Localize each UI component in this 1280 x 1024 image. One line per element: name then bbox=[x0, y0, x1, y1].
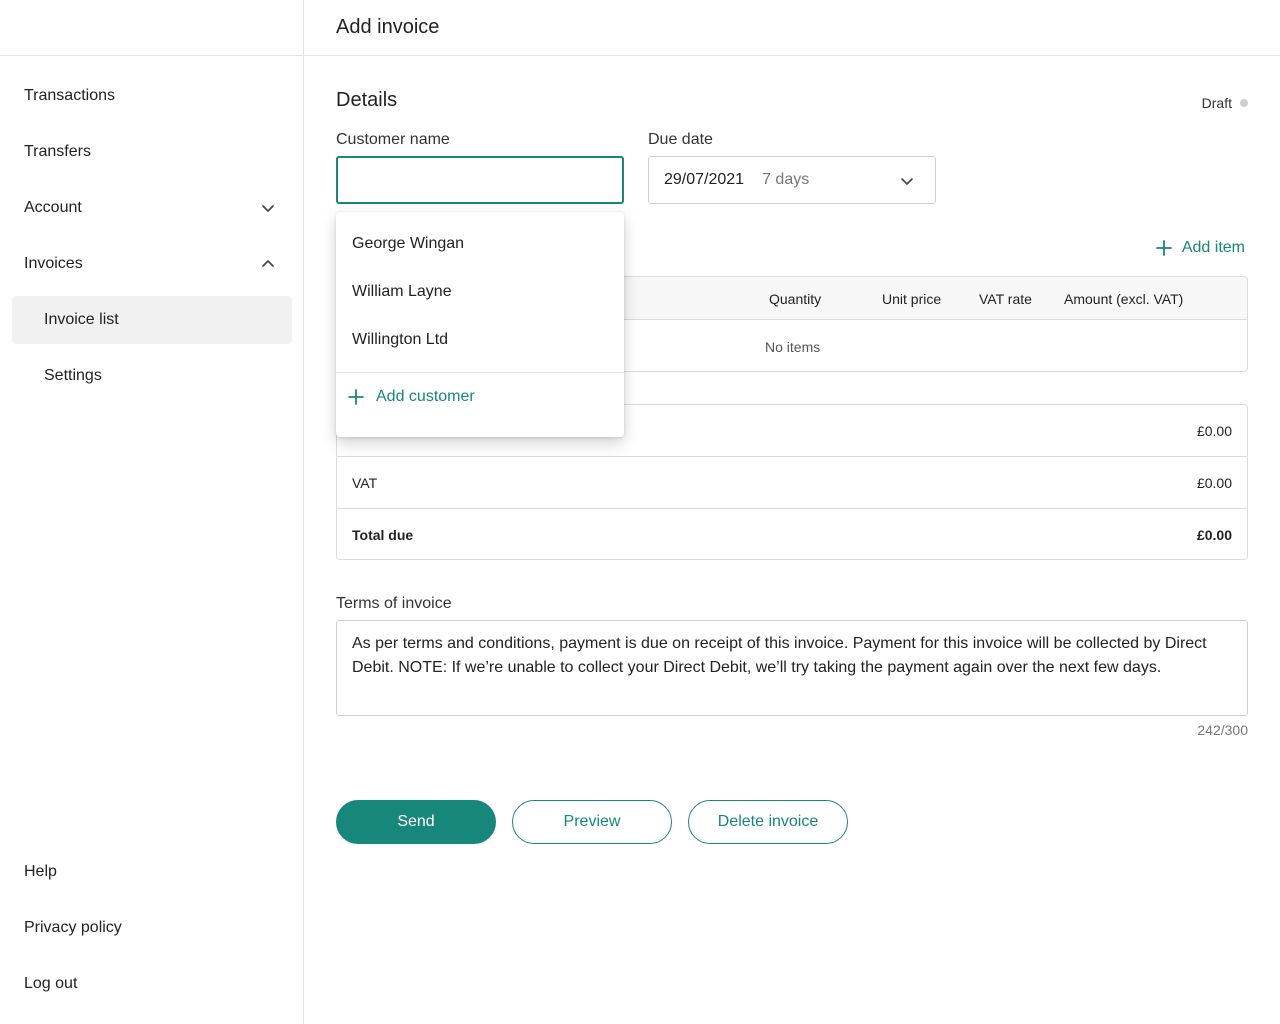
chevron-up-icon bbox=[262, 260, 274, 267]
sidebar-item-account[interactable]: Account bbox=[12, 184, 292, 232]
add-item-label: Add item bbox=[1181, 239, 1245, 256]
page-header: Add invoice bbox=[304, 0, 1280, 56]
sidebar-item-label: Log out bbox=[24, 975, 78, 992]
sidebar-item-label: Account bbox=[24, 199, 82, 216]
add-item-button[interactable]: Add item bbox=[1155, 239, 1245, 257]
vat-value: £0.00 bbox=[1196, 475, 1232, 491]
customer-dropdown: George Wingan William Layne Willington L… bbox=[336, 212, 624, 437]
customer-name-label: Customer name bbox=[336, 131, 450, 148]
sidebar-item-label: Transactions bbox=[24, 87, 115, 104]
plus-icon bbox=[1155, 240, 1172, 256]
sidebar-item-privacy-policy[interactable]: Privacy policy bbox=[12, 904, 292, 952]
subtotal-value: £0.00 bbox=[1196, 423, 1232, 439]
vat-row: VAT £0.00 bbox=[337, 456, 1247, 508]
due-date-label: Due date bbox=[648, 131, 713, 148]
sidebar: Transactions Transfers Account Invoices … bbox=[0, 0, 304, 1024]
sidebar-item-label: Transfers bbox=[24, 143, 91, 160]
due-date-value: 29/07/2021 bbox=[664, 171, 745, 188]
terms-textarea[interactable]: As per terms and conditions, payment is … bbox=[336, 620, 1248, 716]
sidebar-item-settings[interactable]: Settings bbox=[12, 352, 292, 400]
plus-icon bbox=[348, 389, 364, 405]
delete-invoice-button[interactable]: Delete invoice bbox=[688, 800, 848, 844]
total-due-value: £0.00 bbox=[1196, 527, 1232, 543]
sidebar-item-log-out[interactable]: Log out bbox=[12, 960, 292, 1008]
sidebar-item-label: Privacy policy bbox=[24, 919, 122, 936]
customer-name-input[interactable] bbox=[336, 156, 624, 204]
page-title: Add invoice bbox=[336, 16, 440, 38]
terms-label: Terms of invoice bbox=[336, 595, 452, 612]
status-dot-icon bbox=[1240, 99, 1248, 107]
add-customer-label: Add customer bbox=[376, 388, 475, 405]
customer-option[interactable]: Willington Ltd bbox=[336, 316, 624, 364]
column-header-unit-price: Unit price bbox=[882, 291, 942, 307]
sidebar-header bbox=[0, 0, 303, 56]
sidebar-item-transfers[interactable]: Transfers bbox=[12, 128, 292, 176]
customer-option[interactable]: George Wingan bbox=[336, 220, 624, 268]
details-heading: Details bbox=[336, 89, 398, 111]
sidebar-item-label: Help bbox=[24, 863, 57, 880]
chevron-down-icon bbox=[262, 205, 274, 212]
due-days-value: 7 days bbox=[762, 171, 810, 188]
send-button[interactable]: Send bbox=[336, 800, 496, 844]
sidebar-item-invoices[interactable]: Invoices bbox=[12, 240, 292, 288]
status-label: Draft bbox=[1201, 95, 1232, 111]
vat-label: VAT bbox=[352, 475, 378, 491]
sidebar-item-invoice-list[interactable]: Invoice list bbox=[12, 296, 292, 344]
column-header-amount: Amount (excl. VAT) bbox=[1064, 291, 1184, 307]
column-header-quantity: Quantity bbox=[769, 291, 822, 307]
sidebar-item-transactions[interactable]: Transactions bbox=[12, 72, 292, 120]
sidebar-item-label: Settings bbox=[44, 367, 102, 384]
total-due-row: Total due £0.00 bbox=[337, 508, 1247, 560]
character-counter: 242/300 bbox=[1197, 722, 1248, 738]
customer-option[interactable]: William Layne bbox=[336, 268, 624, 316]
column-header-vat-rate: VAT rate bbox=[979, 291, 1032, 307]
chevron-down-icon bbox=[901, 178, 913, 185]
due-date-select[interactable]: 29/07/2021 7 days bbox=[648, 156, 936, 204]
sidebar-item-help[interactable]: Help bbox=[12, 848, 292, 896]
empty-items-message: No items bbox=[765, 339, 821, 355]
sidebar-item-label: Invoice list bbox=[44, 311, 119, 328]
status-badge: Draft bbox=[1202, 95, 1248, 111]
add-customer-button[interactable]: Add customer bbox=[348, 388, 475, 406]
sidebar-item-label: Invoices bbox=[24, 255, 83, 272]
dropdown-divider bbox=[336, 372, 624, 373]
preview-button[interactable]: Preview bbox=[512, 800, 672, 844]
total-due-label: Total due bbox=[352, 527, 414, 543]
